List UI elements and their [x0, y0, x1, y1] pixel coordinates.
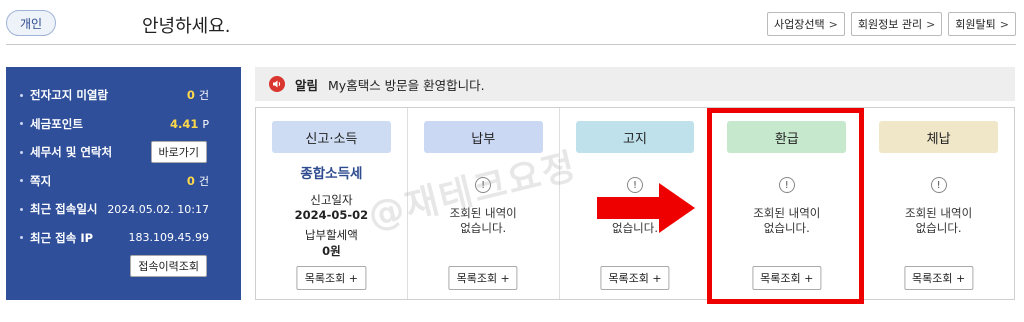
shortcut-button[interactable]: 바로가기 [150, 141, 207, 164]
member-info-button[interactable]: 회원정보 관리 > [850, 12, 943, 36]
message-label: 쪽지 [30, 173, 52, 188]
chevron-right-icon: > [828, 17, 838, 31]
message-value: 0건 [187, 173, 209, 189]
last-ip-value: 183.109.45.99 [128, 231, 209, 245]
list-view-button[interactable]: 목록조회 + [448, 266, 518, 290]
withdraw-button[interactable]: 회원탈퇴 > [948, 12, 1016, 36]
header-buttons: 사업장선택 > 회원정보 관리 > 회원탈퇴 > [767, 12, 1016, 36]
speaker-icon [269, 76, 285, 92]
login-history-button[interactable]: 접속이력조회 [130, 255, 207, 278]
e-notice-value: 0건 [187, 87, 209, 103]
empty-line-1: 조회된 내역이 [905, 206, 973, 220]
history-row: 접속이력조회 [20, 252, 229, 281]
bullet-icon [20, 207, 23, 211]
notice-text: My홈택스 방문을 환영합니다. [328, 77, 485, 93]
empty-line-2: 없습니다. [915, 221, 962, 235]
column-arrears: 체납 ! 조회된 내역이 없습니다. 목록조회 + [863, 108, 1014, 299]
exclamation-icon: ! [930, 177, 947, 193]
bullet-icon [20, 122, 23, 126]
greeting-text: 안녕하세요. [142, 16, 231, 37]
user-type-badge[interactable]: 개인 [6, 10, 56, 36]
last-login-label: 최근 접속일시 [30, 202, 98, 217]
tax-point-row[interactable]: 세금포인트 4.41 P [20, 110, 229, 139]
amount-value: 0원 [322, 244, 341, 258]
select-business-label: 사업장선택 [774, 18, 825, 31]
notice-label: 알림 [295, 77, 319, 93]
e-notice-unit: 건 [198, 89, 209, 103]
refund-highlight-box [707, 108, 864, 304]
last-login-row: 최근 접속일시 2024.05.02. 10:17 [20, 195, 229, 224]
user-summary-panel: 전자고지 미열람 0건 세금포인트 4.41 P 세무서 및 연락처 바로가기 쪽… [6, 67, 241, 300]
tax-office-label: 세무서 및 연락처 [30, 145, 113, 160]
red-arrow-icon [597, 183, 695, 233]
last-ip-row: 최근 접속 IP 183.109.45.99 [20, 224, 229, 253]
last-login-value: 2024.05.02. 10:17 [107, 202, 209, 216]
bullet-icon [20, 150, 23, 154]
column-header[interactable]: 체납 [879, 121, 998, 153]
chevron-right-icon: > [926, 17, 936, 31]
list-view-button[interactable]: 목록조회 + [903, 266, 974, 290]
list-view-button[interactable]: 목록조회 + [296, 266, 366, 290]
message-count: 0 [186, 173, 195, 188]
column-header[interactable]: 고지 [575, 121, 695, 153]
list-view-button[interactable]: 목록조회 + [600, 266, 670, 290]
e-notice-label: 전자고지 미열람 [30, 88, 109, 103]
e-notice-row[interactable]: 전자고지 미열람 0건 [20, 81, 229, 110]
header-divider [6, 44, 1016, 45]
tax-point-number: 4.41 [169, 116, 199, 131]
select-business-button[interactable]: 사업장선택 > [767, 12, 845, 36]
bullet-icon [20, 93, 23, 97]
tax-office-row: 세무서 및 연락처 바로가기 [20, 138, 229, 167]
tax-point-unit: P [202, 117, 209, 131]
message-unit: 건 [198, 174, 209, 188]
bullet-icon [20, 179, 23, 183]
column-header[interactable]: 신고·소득 [272, 121, 391, 153]
notice-bar: 알림 My홈택스 방문을 환영합니다. [255, 67, 1015, 101]
chevron-right-icon: > [999, 17, 1009, 31]
tax-point-value: 4.41 P [170, 117, 209, 131]
message-row[interactable]: 쪽지 0건 [20, 167, 229, 196]
withdraw-label: 회원탈퇴 [955, 18, 996, 31]
tax-point-label: 세금포인트 [30, 116, 83, 131]
last-ip-label: 최근 접속 IP [30, 230, 94, 245]
e-notice-count: 0 [186, 88, 195, 103]
member-info-label: 회원정보 관리 [857, 18, 923, 31]
empty-message: 조회된 내역이 없습니다. [863, 206, 1014, 236]
tax-name[interactable]: 종합소득세 [256, 162, 407, 182]
bullet-icon [20, 236, 23, 240]
